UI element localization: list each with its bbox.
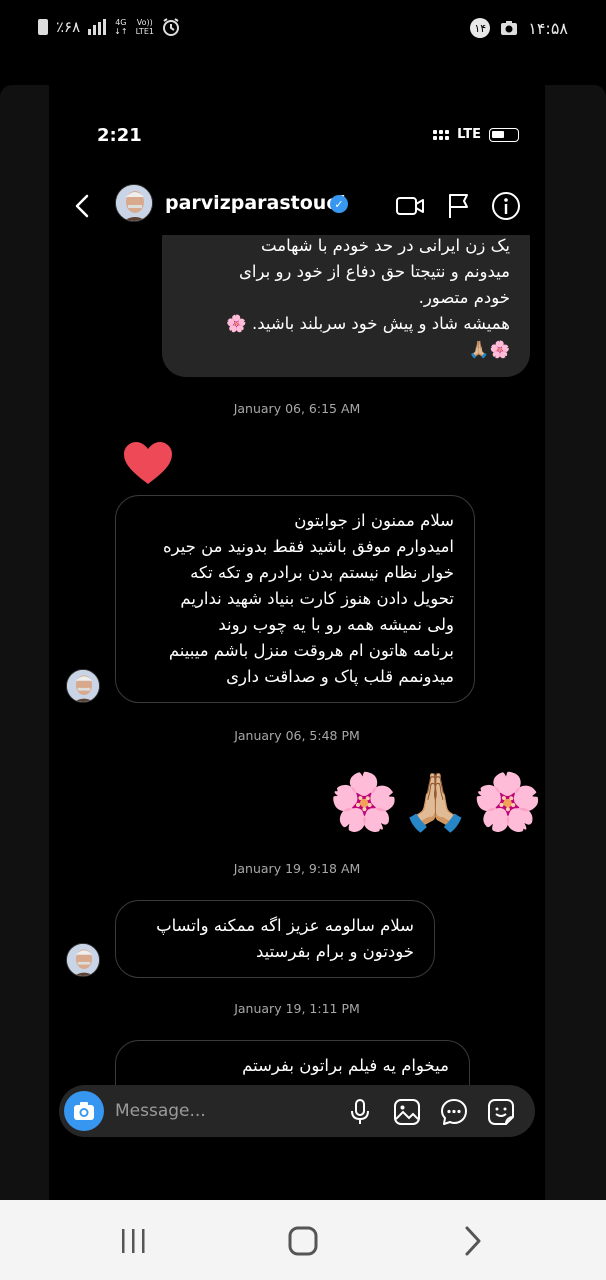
battery-icon [38, 19, 48, 35]
volte-indicator: Vo)) LTE1 [136, 18, 154, 36]
message-line: میخوام یه فیلم براتون بفرستم [242, 1056, 449, 1075]
message-line: یک زن ایرانی در حد خودم با شهامت [261, 236, 510, 255]
inner-network-label: LTE [457, 127, 481, 142]
alarm-icon [162, 18, 179, 36]
screenshot-camera-icon [501, 21, 518, 35]
timestamp: January 19, 1:11 PM [234, 1001, 360, 1016]
microphone-icon[interactable] [345, 1097, 375, 1127]
inner-battery-icon [489, 127, 519, 142]
outer-status-left: ٪۶۸ 4G ↓↑ Vo)) LTE1 [38, 18, 180, 36]
chat-bubble-icon[interactable] [439, 1097, 469, 1127]
message-line: سلام سالومه عزیز اگه ممکنه واتساپ [156, 916, 414, 935]
home-icon[interactable] [283, 1224, 323, 1258]
received-message-bubble[interactable]: میخوام یه فیلم براتون بفرستم [115, 1040, 470, 1085]
message-line: خودتون و برام بفرستید [256, 942, 414, 961]
recent-apps-icon[interactable] [113, 1224, 153, 1258]
message-line: خودم متصور. [418, 288, 510, 307]
chat-header: parvizparastouei ✓ [49, 180, 545, 235]
instagram-dm-screen: 2:21 LTE parvizparastouei ✓ یک زن ایرانی… [49, 85, 545, 1200]
camera-button[interactable] [64, 1091, 104, 1131]
message-line: 🌸🙏🏼 [468, 340, 510, 359]
emoji-message[interactable]: 🌸🙏🏼🌸 [329, 770, 544, 836]
inner-status-bar: 2:21 LTE [49, 125, 545, 155]
network-bottom-label: LTE1 [135, 27, 154, 36]
android-navigation-bar [0, 1200, 606, 1280]
video-call-icon[interactable] [394, 190, 426, 222]
battery-percent: ٪۶۸ [56, 18, 81, 36]
chat-username[interactable]: parvizparastouei [165, 192, 346, 214]
notification-badge: ۱۴ [470, 18, 491, 38]
network-type: 4G ↓↑ [114, 18, 128, 36]
outer-status-right: ۱۴ ۱۴:۵۸ [470, 18, 568, 38]
network-top-label: 4G [115, 18, 127, 27]
inner-status-right: LTE [433, 127, 519, 142]
screenshot-frame: 2:21 LTE parvizparastouei ✓ یک زن ایرانی… [0, 85, 606, 1200]
message-line: میدونم و نتیجتا حق دفاع از خود رو برای [239, 262, 510, 281]
flag-icon[interactable] [443, 190, 475, 222]
info-icon[interactable] [490, 190, 522, 222]
received-message-bubble[interactable]: سلام ممنون از جوابتون امیدوارم موفق باشی… [115, 495, 475, 703]
message-line: ولی نمیشه همه رو با یه چوب روند [218, 615, 454, 634]
message-line: میدونمم قلب پاک و صداقت داری [226, 667, 454, 686]
volte-label: Vo)) [136, 18, 153, 27]
message-input[interactable] [115, 1099, 335, 1123]
inner-clock: 2:21 [97, 125, 142, 146]
message-composer [59, 1085, 535, 1137]
message-line: برنامه هاتون ام هروقت منزل باشم میبینم [168, 641, 454, 660]
signal-icon [88, 19, 107, 35]
back-icon[interactable] [71, 192, 95, 220]
heart-icon [124, 442, 172, 484]
timestamp: January 19, 9:18 AM [233, 861, 361, 876]
message-line: سلام ممنون از جوابتون [294, 511, 454, 530]
message-line: خوار نظام نیستم بدن برادرم و تکه تکه [190, 563, 454, 582]
received-message-bubble[interactable]: سلام سالومه عزیز اگه ممکنه واتساپ خودتون… [115, 900, 435, 978]
gallery-icon[interactable] [392, 1097, 422, 1127]
message-thread[interactable]: یک زن ایرانی در حد خودم با شهامت میدونم … [49, 235, 545, 1085]
avatar[interactable] [66, 669, 100, 703]
camera-icon [74, 1102, 94, 1120]
avatar[interactable] [115, 184, 153, 222]
outer-status-bar: ٪۶۸ 4G ↓↑ Vo)) LTE1 ۱۴ ۱۴:۵۸ [0, 0, 606, 58]
message-line: همیشه شاد و پیش خود سربلند باشید. 🌸 [226, 314, 510, 333]
avatar[interactable] [66, 943, 100, 977]
sent-message-bubble[interactable]: یک زن ایرانی در حد خودم با شهامت میدونم … [162, 235, 530, 377]
timestamp: January 06, 5:48 PM [234, 728, 360, 743]
verified-badge-icon: ✓ [330, 195, 348, 213]
outer-clock: ۱۴:۵۸ [528, 18, 568, 38]
message-line: امیدوارم موفق باشید فقط بدونید من جیره [162, 537, 454, 556]
message-line: تحویل دادن هنوز کارت بنیاد شهید نداریم [180, 589, 454, 608]
back-nav-icon[interactable] [453, 1224, 493, 1258]
sticker-icon[interactable] [486, 1097, 516, 1127]
signal-dots-icon [433, 129, 450, 140]
timestamp: January 06, 6:15 AM [233, 401, 361, 416]
